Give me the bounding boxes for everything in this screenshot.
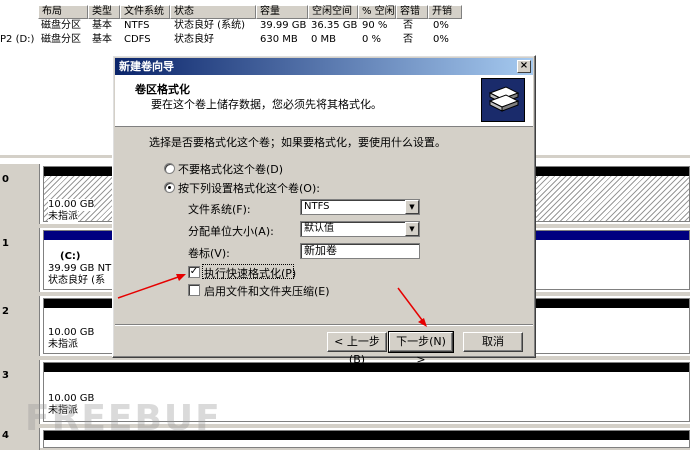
disk-number: 4 — [2, 430, 9, 441]
vol-capacity: 630 MB — [260, 34, 298, 45]
volume-row[interactable]: 磁盘分区 基本 NTFS 状态良好 (系统) 39.99 GB 36.35 GB… — [0, 19, 690, 33]
partition-state: 未指派 — [48, 211, 78, 223]
format-radio[interactable] — [164, 182, 175, 193]
disk-label: 0 — [0, 164, 40, 224]
wizard-instructions: 选择是否要格式化这个卷；如果要格式化，要使用什么设置。 — [149, 136, 446, 149]
col-header-free[interactable]: 空闲空间 — [308, 5, 358, 19]
volume-list-header: 布局 类型 文件系统 状态 容量 空闲空间 % 空闲 容错 开销 — [0, 5, 690, 19]
partition-bar — [44, 363, 689, 372]
disk-label: 2 — [0, 296, 40, 356]
wizard-page-title: 卷区格式化 — [135, 83, 190, 96]
dialog-titlebar[interactable]: 新建卷向导 × — [115, 58, 533, 75]
col-header-fs[interactable]: 文件系统 — [120, 5, 170, 19]
vol-fault: 否 — [403, 20, 413, 31]
partition-state: 未指派 — [48, 339, 78, 350]
volume-label-input[interactable]: 新加卷 — [300, 243, 420, 259]
partition-size: 10.00 GB — [48, 199, 95, 211]
col-header-status[interactable]: 状态 — [170, 5, 256, 19]
close-button[interactable]: × — [517, 60, 531, 73]
vol-name: P2 (D:) — [0, 34, 35, 45]
filesystem-value: NTFS — [304, 201, 330, 212]
col-header-fault[interactable]: 容错 — [396, 5, 428, 19]
col-header-pct[interactable]: % 空闲 — [358, 5, 396, 19]
quick-format-label[interactable]: 执行快速格式化(P) — [204, 265, 296, 281]
vol-overhead: 0% — [433, 34, 449, 45]
dialog-title: 新建卷向导 — [119, 60, 174, 73]
vol-free: 36.35 GB — [311, 20, 358, 31]
partition-size: 39.99 GB NTF — [48, 263, 117, 274]
cancel-button[interactable]: 取消 — [463, 332, 523, 352]
allocation-size-label: 分配单位大小(A): — [188, 225, 274, 238]
allocation-size-value: 默认值 — [304, 223, 334, 234]
vol-fault: 否 — [403, 34, 413, 45]
col-header-type[interactable]: 类型 — [88, 5, 120, 19]
disk-number: 2 — [2, 306, 9, 317]
vol-fs: NTFS — [124, 20, 150, 31]
quick-format-checkbox[interactable]: ✓ — [188, 266, 200, 278]
disk-number: 3 — [2, 370, 9, 381]
col-header-layout[interactable]: 布局 — [38, 5, 88, 19]
back-button[interactable]: < 上一步(B) — [327, 332, 387, 366]
no-format-label[interactable]: 不要格式化这个卷(D) — [178, 161, 283, 177]
volume-label-label: 卷标(V): — [188, 247, 230, 260]
vol-type: 基本 — [92, 20, 112, 31]
new-volume-wizard-dialog: 新建卷向导 × 卷区格式化 要在这个卷上储存数据，您必须先将其格式化。 选择是否… — [112, 55, 536, 366]
format-label[interactable]: 按下列设置格式化这个卷(O): — [178, 180, 320, 196]
vol-pct: 0 % — [362, 34, 382, 45]
partition-size: 10.00 GB — [48, 327, 95, 338]
compression-checkbox[interactable] — [188, 284, 200, 296]
vol-layout: 磁盘分区 — [41, 34, 81, 45]
partition-state: 状态良好 (系 — [48, 275, 106, 286]
watermark: FREEBUF — [25, 398, 222, 439]
vol-status: 状态良好 — [174, 34, 214, 45]
dropdown-arrow-icon[interactable]: ▼ — [405, 222, 419, 236]
disk-number: 1 — [2, 238, 9, 249]
button-separator — [115, 324, 533, 326]
vol-free: 0 MB — [311, 34, 337, 45]
wizard-page-subtitle: 要在这个卷上储存数据，您必须先将其格式化。 — [151, 98, 382, 111]
dropdown-arrow-icon[interactable]: ▼ — [405, 200, 419, 214]
partition-name: (C:) — [60, 251, 81, 262]
next-button[interactable]: 下一步(N) > — [388, 331, 454, 366]
vol-status: 状态良好 (系统) — [174, 20, 245, 31]
no-format-radio[interactable] — [164, 163, 175, 174]
disk-number: 0 — [2, 174, 9, 185]
compression-label[interactable]: 启用文件和文件夹压缩(E) — [204, 283, 330, 299]
filesystem-select[interactable]: NTFS ▼ — [300, 199, 420, 215]
vol-capacity: 39.99 GB — [260, 20, 307, 31]
vol-overhead: 0% — [433, 20, 449, 31]
vol-type: 基本 — [92, 34, 112, 45]
col-header-capacity[interactable]: 容量 — [256, 5, 308, 19]
disk-stack-icon — [481, 78, 525, 122]
wizard-header: 卷区格式化 要在这个卷上储存数据，您必须先将其格式化。 — [115, 75, 533, 127]
vol-fs: CDFS — [124, 34, 151, 45]
vol-pct: 90 % — [362, 20, 388, 31]
col-header-overhead[interactable]: 开销 — [428, 5, 462, 19]
disk-label: 1 — [0, 228, 40, 292]
volume-row[interactable]: P2 (D:) 磁盘分区 基本 CDFS 状态良好 630 MB 0 MB 0 … — [0, 33, 690, 47]
filesystem-label: 文件系统(F): — [188, 203, 251, 216]
vol-layout: 磁盘分区 — [41, 20, 81, 31]
allocation-size-select[interactable]: 默认值 ▼ — [300, 221, 420, 237]
